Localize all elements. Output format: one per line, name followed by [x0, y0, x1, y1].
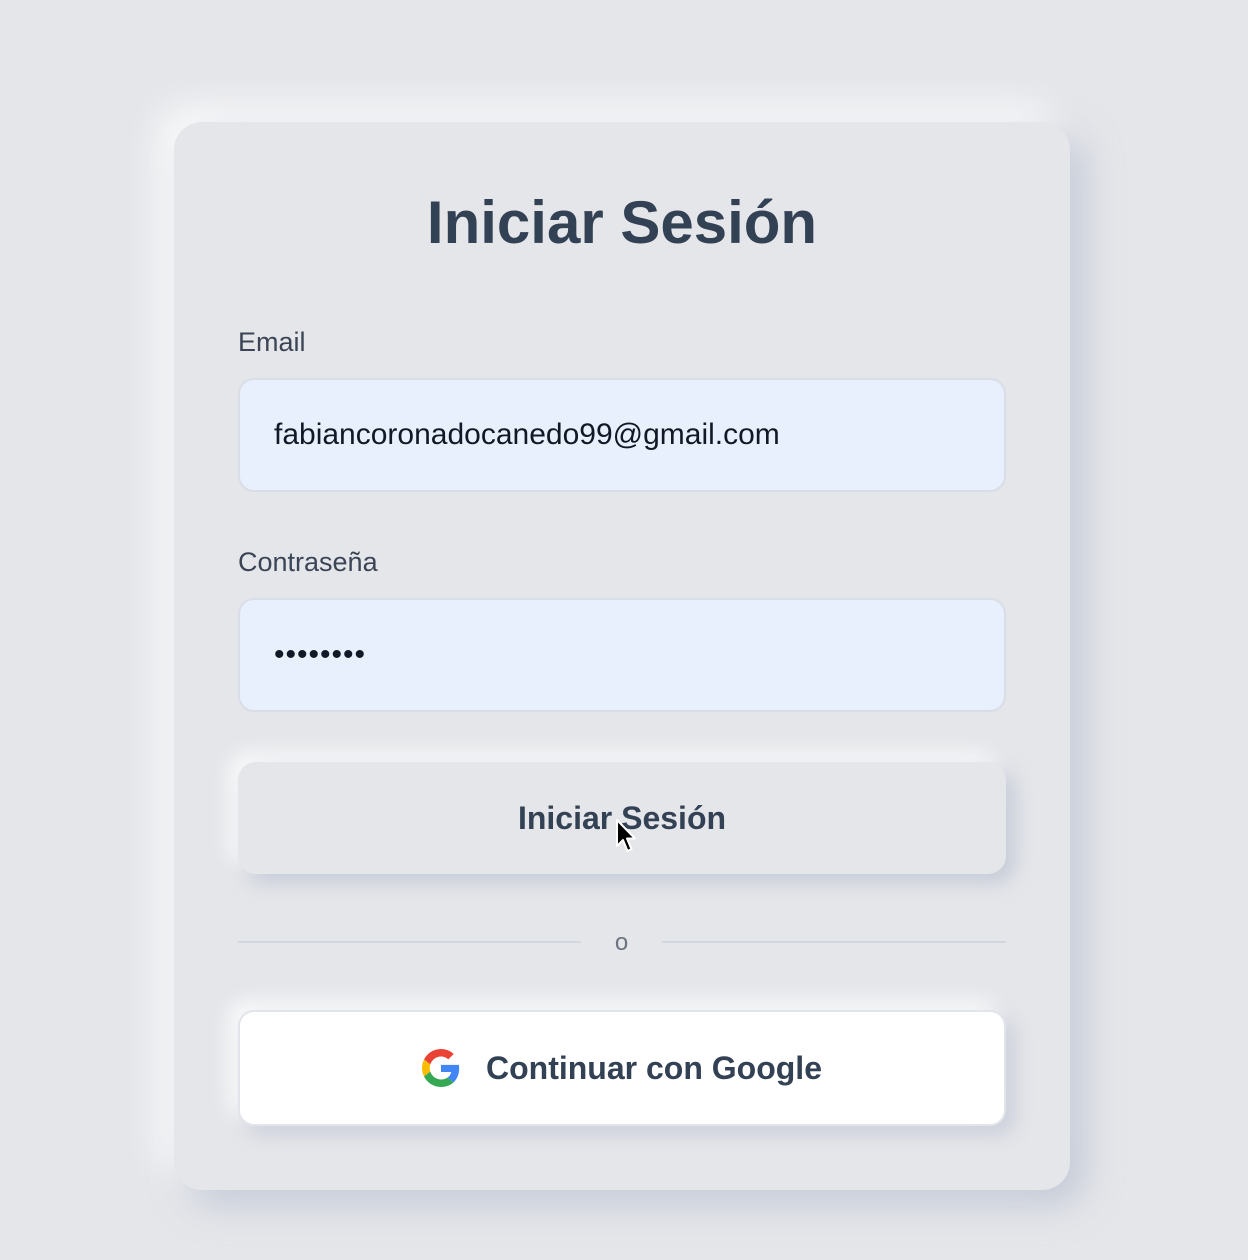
login-card: Iniciar Sesión Email Contraseña Iniciar … — [174, 122, 1070, 1190]
email-field[interactable] — [238, 378, 1006, 492]
password-label: Contraseña — [238, 547, 378, 577]
mouse-cursor-icon — [616, 819, 636, 852]
password-field[interactable] — [238, 598, 1006, 712]
google-signin-button[interactable]: Continuar con Google — [238, 1010, 1006, 1126]
email-label: Email — [238, 327, 306, 357]
google-button-label: Continuar con Google — [486, 1049, 822, 1086]
divider-line-right — [662, 941, 1006, 943]
page-title: Iniciar Sesión — [426, 189, 818, 256]
divider: o — [238, 926, 1006, 960]
divider-text: o — [614, 929, 629, 956]
divider-line-left — [238, 941, 581, 943]
google-icon — [422, 1049, 460, 1087]
